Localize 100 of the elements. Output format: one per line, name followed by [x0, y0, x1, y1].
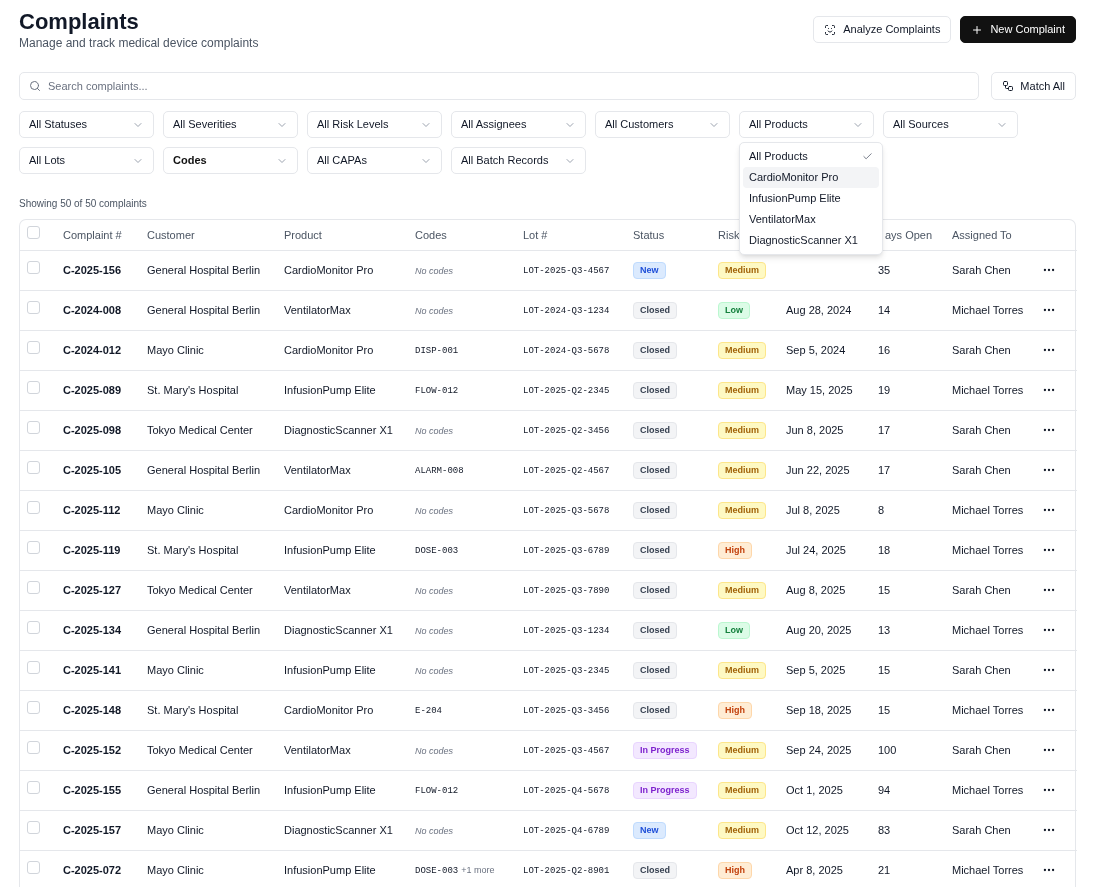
table-cell: 94	[878, 783, 891, 796]
table-cell: Michael Torres	[952, 383, 1024, 396]
check-icon	[862, 151, 873, 162]
complaint-id[interactable]: C-2025-089	[63, 383, 122, 396]
complaint-id[interactable]: C-2024-008	[63, 303, 122, 316]
checkbox[interactable]	[27, 341, 40, 355]
checkbox[interactable]	[27, 821, 40, 835]
table-cell: 16	[878, 343, 891, 356]
complaint-id[interactable]: C-2025-119	[63, 543, 121, 556]
table-cell: VentilatorMax	[284, 303, 351, 316]
complaint-id[interactable]: C-2025-141	[63, 663, 122, 676]
table-cell: Mayo Clinic	[147, 503, 204, 516]
new-complaint-button[interactable]: New Complaint	[960, 16, 1076, 43]
filter-dropdown[interactable]: All Batch Records	[451, 147, 586, 174]
status-badge: Closed	[633, 541, 677, 560]
complaint-id[interactable]: C-2025-112	[63, 503, 121, 516]
table-cell: CardioMonitor Pro	[284, 343, 374, 356]
lot-number: LOT-2025-Q3-5678	[523, 506, 610, 517]
lot-number: LOT-2025-Q2-8901	[523, 866, 610, 877]
lot-number: LOT-2025-Q3-2345	[523, 666, 610, 677]
filter-dropdown[interactable]: Codes	[163, 147, 298, 174]
risk-badge: High	[718, 701, 752, 720]
filter-dropdown[interactable]: All Products	[739, 111, 874, 138]
complaint-id[interactable]: C-2025-156	[63, 263, 122, 276]
table-cell: Oct 1, 2025	[786, 783, 843, 796]
table-cell: No codes	[415, 265, 454, 276]
filter-dropdown[interactable]: All Assignees	[451, 111, 586, 138]
complaint-id[interactable]: C-2025-155	[63, 783, 122, 796]
checkbox[interactable]	[27, 781, 40, 795]
match-all-button[interactable]: Match All	[991, 72, 1076, 100]
complaint-id[interactable]: C-2025-134	[63, 623, 122, 636]
plus-icon	[971, 23, 984, 36]
search-field[interactable]: Search complaints...	[19, 72, 980, 100]
checkbox[interactable]	[27, 581, 40, 595]
table-cell: Aug 8, 2025	[786, 583, 846, 596]
complaint-id[interactable]: C-2025-152	[63, 743, 122, 756]
complaint-id[interactable]: C-2025-157	[63, 823, 122, 836]
checkbox[interactable]	[27, 861, 40, 875]
checkbox[interactable]	[27, 226, 40, 239]
dropdown-option[interactable]: VentilatorMax	[743, 209, 879, 230]
complaint-id[interactable]: C-2024-012	[63, 343, 122, 356]
table-cell: 19	[878, 383, 891, 396]
filter-dropdown[interactable]: All Lots	[19, 147, 154, 174]
dropdown-option[interactable]: DiagnosticScanner X1	[743, 230, 879, 251]
dropdown-option[interactable]: CardioMonitor Pro	[743, 167, 879, 188]
status-badge: New	[633, 821, 666, 840]
table-cell: No codes	[415, 305, 454, 316]
table-cell: Tokyo Medical Center	[147, 743, 253, 756]
table-cell: General Hospital Berlin	[147, 303, 261, 316]
status-badge: Closed	[633, 661, 677, 680]
page-subtitle: Manage and track medical device complaints	[19, 36, 259, 50]
dropdown-option[interactable]: InfusionPump Elite	[743, 188, 879, 209]
complaint-id[interactable]: C-2025-148	[63, 703, 122, 716]
status-badge: Closed	[633, 381, 677, 400]
filter-dropdown[interactable]: All Severities	[163, 111, 298, 138]
table-cell: CardioMonitor Pro	[284, 503, 374, 516]
filter-dropdown[interactable]: All Statuses	[19, 111, 154, 138]
table-cell: Sep 24, 2025	[786, 743, 852, 756]
table-cell: May 15, 2025	[786, 383, 853, 396]
analyze-button[interactable]: Analyze Complaints	[813, 16, 952, 43]
checkbox[interactable]	[27, 661, 40, 675]
search-icon	[29, 80, 41, 92]
checkbox[interactable]	[27, 461, 40, 475]
table-cell: Sep 5, 2025	[786, 663, 846, 676]
table-cell: Sarah Chen	[952, 463, 1011, 476]
table-cell: Michael Torres	[952, 503, 1024, 516]
search-input[interactable]: Search complaints...	[48, 77, 970, 95]
risk-badge: Low	[718, 301, 750, 320]
table-cell: 35	[878, 263, 891, 276]
checkbox[interactable]	[27, 541, 40, 555]
filter-dropdown[interactable]: All Sources	[883, 111, 1018, 138]
dropdown-option[interactable]: All Products	[743, 146, 879, 167]
risk-badge: Medium	[718, 581, 766, 600]
checkbox[interactable]	[27, 701, 40, 715]
checkbox[interactable]	[27, 621, 40, 635]
filter-dropdown[interactable]: All Customers	[595, 111, 730, 138]
table-cell: Mayo Clinic	[147, 663, 204, 676]
code-text: DOSE-003	[415, 545, 459, 559]
lot-number: LOT-2025-Q3-1234	[523, 626, 610, 637]
risk-badge: Medium	[718, 501, 766, 520]
checkbox[interactable]	[27, 381, 40, 395]
checkbox[interactable]	[27, 421, 40, 435]
table-cell: Sarah Chen	[952, 743, 1011, 756]
checkbox[interactable]	[27, 301, 40, 315]
complaint-id[interactable]: C-2025-072	[63, 863, 122, 876]
column-header: Codes	[415, 228, 447, 241]
status-badge: Closed	[633, 701, 677, 720]
filter-dropdown[interactable]: All Risk Levels	[307, 111, 442, 138]
column-header: Lot #	[523, 228, 548, 241]
complaint-id[interactable]: C-2025-098	[63, 423, 122, 436]
checkbox[interactable]	[27, 501, 40, 515]
checkbox[interactable]	[27, 741, 40, 755]
filter-dropdown[interactable]: All CAPAs	[307, 147, 442, 174]
table-cell: Sep 18, 2025	[786, 703, 852, 716]
risk-badge: Medium	[718, 421, 766, 440]
lot-number: LOT-2025-Q3-4567	[523, 746, 610, 757]
complaint-id[interactable]: C-2025-105	[63, 463, 122, 476]
checkbox[interactable]	[27, 261, 40, 275]
table-cell: Mayo Clinic	[147, 863, 204, 876]
complaint-id[interactable]: C-2025-127	[63, 583, 122, 596]
